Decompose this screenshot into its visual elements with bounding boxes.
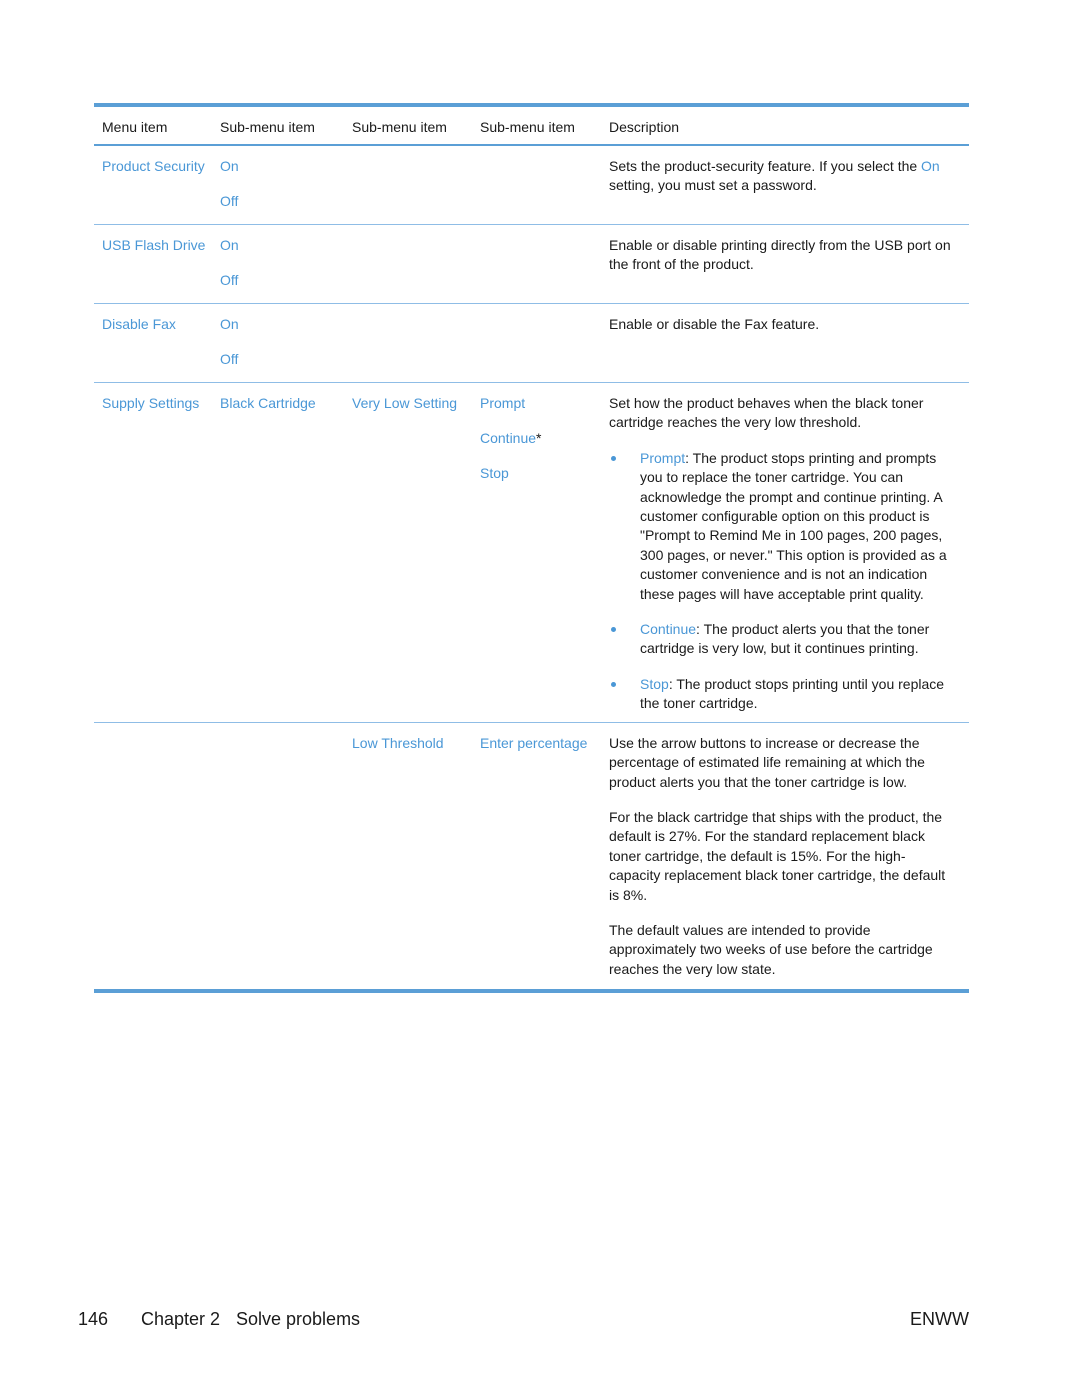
option-on[interactable]: On bbox=[220, 157, 352, 176]
chapter-label: Chapter 2 bbox=[141, 1309, 221, 1329]
chapter-title: Solve problems bbox=[236, 1309, 361, 1329]
sub-menu-options: On Off bbox=[220, 157, 352, 211]
table-row-product-security: Product Security On Off Sets the product… bbox=[94, 146, 969, 225]
description: Use the arrow buttons to increase or dec… bbox=[609, 734, 954, 979]
option-off[interactable]: Off bbox=[220, 192, 352, 211]
table-row-low-threshold: Low Threshold Enter percentage Use the a… bbox=[94, 723, 969, 989]
bullet-term-stop[interactable]: Stop bbox=[640, 676, 669, 692]
table-header: Menu item Sub-menu item Sub-menu item Su… bbox=[94, 107, 969, 146]
description-text: Sets the product-security feature. If yo… bbox=[609, 158, 922, 174]
bullet-icon bbox=[611, 627, 616, 633]
bullet-item-stop: Stop: The product stops printing until y… bbox=[609, 675, 954, 714]
empty-cell bbox=[352, 236, 480, 290]
option-off[interactable]: Off bbox=[220, 350, 352, 369]
sub-menu-options: On Off bbox=[220, 315, 352, 369]
header-sub-menu-item-2: Sub-menu item bbox=[352, 119, 447, 135]
empty-cell bbox=[352, 157, 480, 211]
description: Enable or disable the Fax feature. bbox=[609, 316, 820, 332]
description-link-on[interactable]: On bbox=[921, 158, 940, 174]
description: Set how the product behaves when the bla… bbox=[609, 394, 954, 714]
bullet-list: Prompt: The product stops printing and p… bbox=[609, 449, 954, 714]
sub-menu-low-threshold[interactable]: Low Threshold bbox=[352, 734, 480, 979]
option-on[interactable]: On bbox=[220, 236, 352, 255]
empty-cell bbox=[220, 734, 352, 979]
header-menu-item: Menu item bbox=[102, 119, 168, 135]
default-marker: * bbox=[536, 430, 542, 446]
option-on[interactable]: On bbox=[220, 315, 352, 334]
table-row-disable-fax: Disable Fax On Off Enable or disable the… bbox=[94, 304, 969, 383]
menu-item-usb-flash-drive[interactable]: USB Flash Drive bbox=[94, 236, 220, 290]
header-sub-menu-item-1: Sub-menu item bbox=[220, 119, 315, 135]
bullet-item-prompt: Prompt: The product stops printing and p… bbox=[609, 449, 954, 604]
menu-item-disable-fax[interactable]: Disable Fax bbox=[94, 315, 220, 369]
empty-cell bbox=[94, 734, 220, 979]
sub-menu-options: On Off bbox=[220, 236, 352, 290]
description-paragraph: The default values are intended to provi… bbox=[609, 921, 933, 977]
empty-cell bbox=[352, 315, 480, 369]
sub-menu-black-cartridge[interactable]: Black Cartridge bbox=[220, 394, 352, 714]
menu-table: Menu item Sub-menu item Sub-menu item Su… bbox=[94, 103, 969, 994]
option-continue[interactable]: Continue* bbox=[480, 429, 609, 448]
table-row-usb-flash-drive: USB Flash Drive On Off Enable or disable… bbox=[94, 225, 969, 304]
bullet-term-prompt[interactable]: Prompt bbox=[640, 450, 685, 466]
option-prompt[interactable]: Prompt bbox=[480, 394, 609, 413]
page-number: 146 bbox=[78, 1309, 109, 1329]
bullet-icon bbox=[611, 455, 616, 461]
bullet-text: : The product stops printing until you r… bbox=[640, 675, 945, 712]
option-off[interactable]: Off bbox=[220, 271, 352, 290]
description: Enable or disable printing directly from… bbox=[609, 237, 951, 273]
description-paragraph: Use the arrow buttons to increase or dec… bbox=[609, 734, 925, 790]
header-sub-menu-item-3: Sub-menu item bbox=[480, 119, 575, 135]
menu-item-product-security[interactable]: Product Security bbox=[94, 157, 220, 211]
bullet-text: : The product stops printing and prompts… bbox=[640, 449, 947, 602]
sub-menu-very-low-setting[interactable]: Very Low Setting bbox=[352, 394, 480, 714]
locale-code: ENWW bbox=[910, 1309, 969, 1329]
empty-cell bbox=[480, 236, 609, 290]
description-text: setting, you must set a password. bbox=[609, 177, 817, 194]
empty-cell bbox=[480, 315, 609, 369]
page-footer: 146 Chapter 2 Solve problems ENWW bbox=[78, 1309, 969, 1335]
sub-menu-options: Prompt Continue* Stop bbox=[480, 394, 609, 714]
bullet-item-continue: Continue: The product alerts you that th… bbox=[609, 620, 954, 659]
header-description: Description bbox=[609, 119, 680, 135]
option-stop[interactable]: Stop bbox=[480, 464, 609, 483]
menu-item-supply-settings[interactable]: Supply Settings bbox=[94, 394, 220, 714]
empty-cell bbox=[480, 157, 609, 211]
table-row-supply-settings: Supply Settings Black Cartridge Very Low… bbox=[94, 383, 969, 723]
bullet-term-continue[interactable]: Continue bbox=[640, 621, 696, 637]
option-enter-percentage[interactable]: Enter percentage bbox=[480, 734, 609, 979]
description-paragraph: For the black cartridge that ships with … bbox=[609, 808, 946, 903]
description-intro: Set how the product behaves when the bla… bbox=[609, 395, 924, 431]
description: Sets the product-security feature. If yo… bbox=[609, 157, 954, 211]
bullet-icon bbox=[611, 681, 616, 687]
option-continue-label: Continue bbox=[480, 430, 537, 446]
